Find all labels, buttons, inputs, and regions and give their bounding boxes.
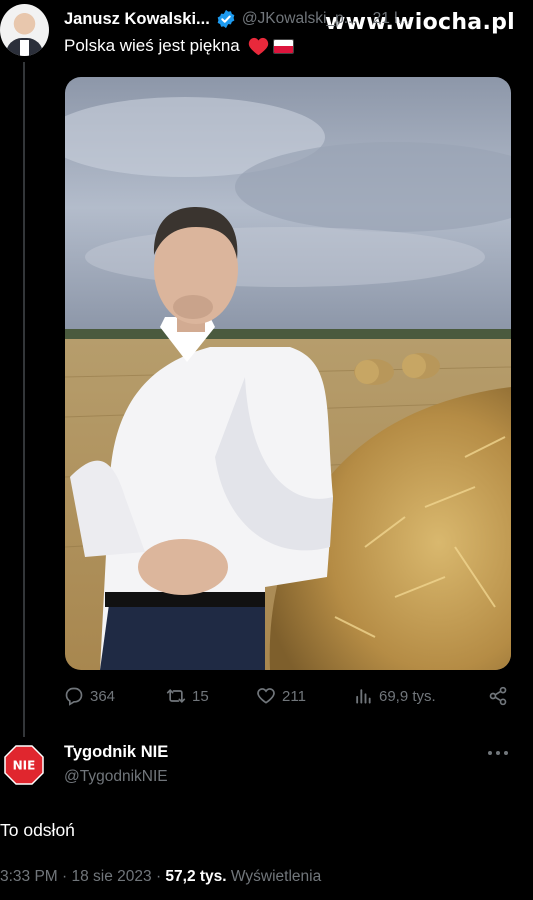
reply-views-label: Wyświetlenia	[226, 868, 322, 885]
avatar-label: NIE	[13, 759, 36, 773]
red-heart-emoji-icon	[248, 37, 268, 55]
reply-text: To odsłoń	[0, 820, 75, 840]
reply-author-name[interactable]: Tygodnik NIE	[64, 743, 168, 762]
tygodnik-nie-avatar[interactable]: NIE	[4, 745, 44, 785]
reply-author-handle[interactable]: @TygodnikNIE	[64, 768, 168, 786]
reply-meta: 3:33 PM · 18 sie 2023 · 57,2 tys. Wyświe…	[0, 868, 321, 886]
field-photo-illustration	[65, 77, 511, 670]
reply-timestamp[interactable]: 3:33 PM · 18 sie 2023 ·	[0, 868, 165, 885]
share-action[interactable]	[488, 686, 508, 706]
verified-badge-icon	[217, 9, 235, 29]
author-name[interactable]: Janusz Kowalski...	[64, 10, 210, 29]
reply-action[interactable]: 364	[64, 686, 115, 706]
retweet-action[interactable]: 15	[166, 686, 209, 706]
tweet-header: Janusz Kowalski... @JKowalski_p... 21 l.…	[64, 8, 411, 30]
like-action[interactable]: 211	[256, 686, 306, 706]
thread-line	[23, 62, 25, 737]
tweet-time[interactable]: 21 l...	[373, 10, 411, 28]
retweet-icon	[166, 689, 186, 703]
views-count: 69,9 tys.	[379, 687, 436, 705]
avatar[interactable]	[0, 4, 49, 56]
reply-header: Tygodnik NIE @TygodnikNIE	[64, 743, 168, 786]
retweet-count: 15	[192, 687, 209, 705]
like-count: 211	[282, 687, 306, 705]
tweet-text: Polska wieś jest piękna	[64, 36, 294, 56]
reply-count: 364	[90, 687, 116, 705]
reply-views-count: 57,2 tys.	[165, 868, 227, 885]
tweet-actions: 364 15 211 69,9 tys.	[64, 686, 514, 712]
reply-icon	[65, 687, 83, 706]
like-icon	[257, 688, 275, 704]
tweet-photo[interactable]	[65, 77, 511, 670]
views-bar-chart-icon	[356, 689, 371, 704]
more-options-icon[interactable]	[487, 748, 509, 758]
share-icon	[489, 686, 507, 706]
author-handle[interactable]: @JKowalski_p...	[242, 10, 357, 28]
poland-flag-emoji-icon	[272, 38, 294, 54]
views-action[interactable]: 69,9 tys.	[353, 686, 436, 706]
tweet-text-content: Polska wieś jest piękna	[64, 36, 240, 55]
